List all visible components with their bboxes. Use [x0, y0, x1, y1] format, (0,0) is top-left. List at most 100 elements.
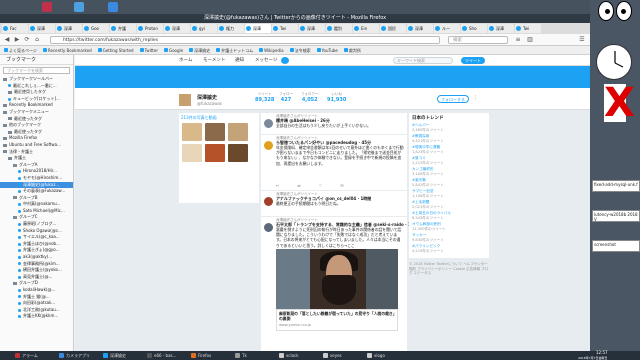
- tweet[interactable]: 深澤諭史さんがリツイート アナルファックチョコパイ @on_cs_del04 ·…: [261, 191, 407, 217]
- tab[interactable]: 権力: [218, 24, 244, 33]
- stat-tweets[interactable]: ツイート 89,328: [255, 92, 274, 103]
- tweet-avatar[interactable]: [264, 197, 273, 206]
- url-bar[interactable]: https://twitter.com/fukazawas/with_repli…: [50, 36, 440, 44]
- bookmark-folder[interactable]: 弁護士: [0, 155, 73, 162]
- stat-following[interactable]: フォロー 427: [279, 92, 293, 103]
- tab[interactable]: 深澤: [407, 24, 433, 33]
- taskbar-item[interactable]: xlogo: [366, 352, 385, 359]
- stat-followers[interactable]: フォロワー 4,052: [301, 92, 319, 103]
- bookmark-item[interactable]: Recently Bookmarked: [42, 47, 92, 53]
- taskbar-item[interactable]: xeyes: [322, 352, 342, 359]
- sidebar-toggle-icon[interactable]: ▥: [526, 36, 534, 44]
- reply-icon[interactable]: ↩: [276, 183, 279, 188]
- bookmark-entry[interactable]: Hirono2018/Hir...: [0, 168, 73, 175]
- nav-messages[interactable]: メッセージ: [255, 55, 277, 66]
- taskbar-item[interactable]: Firefox: [190, 352, 211, 359]
- files-icon[interactable]: [74, 2, 84, 12]
- tweet-button[interactable]: ツイート: [461, 57, 485, 64]
- bookmark-entry[interactable]: kodaliHawk(@...: [0, 287, 73, 294]
- photo-thumb[interactable]: [228, 144, 248, 162]
- bookmark-entry[interactable]: 中村真(@nakamu...: [0, 201, 73, 208]
- tab[interactable]: 深澤: [29, 24, 55, 33]
- tab[interactable]: 鑑別: [326, 24, 352, 33]
- tweet-photo[interactable]: [276, 249, 398, 309]
- bookmark-folder[interactable]: Recently Bookmarked: [0, 102, 73, 109]
- tab[interactable]: gyi: [191, 24, 217, 33]
- tab[interactable]: 深澤: [245, 24, 271, 33]
- bookmark-entry[interactable]: モヤモ(@Hiroshim...: [0, 175, 73, 182]
- photo-thumb[interactable]: [205, 144, 225, 162]
- bookmark-entry[interactable]: その裏表(@Fukazaw...: [0, 188, 73, 195]
- tab[interactable]: 深澤: [488, 24, 514, 33]
- follow-button[interactable]: フォローする: [437, 95, 469, 103]
- tab[interactable]: 深澤: [56, 24, 82, 33]
- stat-likes[interactable]: いいね 91,930: [327, 92, 346, 103]
- bookmark-folder[interactable]: Ubuntu and Free Softwa...: [0, 142, 73, 149]
- bookmark-folder[interactable]: ブックマークツールバー: [0, 76, 73, 83]
- tab[interactable]: Ein: [353, 24, 379, 33]
- bookmark-entry[interactable]: Shoko Ogawa(@c...: [0, 228, 73, 235]
- reload-button[interactable]: ⟳: [23, 36, 31, 44]
- taskbar-item[interactable]: カメラアプリ: [58, 352, 90, 359]
- bookmark-entry[interactable]: サイエル(@c_kaa...: [0, 234, 73, 241]
- like-icon[interactable]: ♡: [319, 183, 323, 188]
- sidebar-search-input[interactable]: ブックマークを検索: [3, 67, 70, 74]
- photo-thumb[interactable]: [228, 123, 248, 141]
- app-launcher-icon[interactable]: [42, 2, 52, 12]
- taskbar-item[interactable]: 深澤諭史: [102, 352, 126, 359]
- bookmark-item[interactable]: Twitter: [139, 47, 158, 53]
- bookmark-folder[interactable]: 法律・弁護士: [0, 149, 73, 156]
- bookmark-entry[interactable]: ak3(@aktky)...: [0, 254, 73, 261]
- tab[interactable]: Twi: [515, 24, 541, 33]
- bookmark-item[interactable]: 深澤諭史: [189, 47, 210, 53]
- taskbar-item[interactable]: Tk: [234, 352, 247, 359]
- nav-home[interactable]: ホーム: [179, 55, 192, 66]
- bookmark-item[interactable]: 裁判所: [343, 47, 361, 53]
- bookmark-folder[interactable]: 最近使用したタグ: [0, 89, 73, 96]
- terminal-note[interactable]: screenshot: [592, 240, 640, 252]
- bookmark-item[interactable]: Wikipedia: [259, 47, 284, 53]
- tab[interactable]: Proton: [137, 24, 163, 33]
- system-clock[interactable]: 12:57 2018年7月7日金曜日: [578, 350, 607, 360]
- browser-launcher-icon[interactable]: [108, 2, 118, 12]
- taskbar-item[interactable]: e66 - bas...: [146, 352, 176, 359]
- bookmark-item[interactable]: 法令検索: [289, 47, 311, 53]
- nav-moments[interactable]: モーメント: [203, 55, 225, 66]
- bookmark-entry[interactable]: 横田弁護士(@yoko...: [0, 267, 73, 274]
- search-bar[interactable]: 検索: [448, 36, 508, 44]
- tweet-avatar[interactable]: [264, 223, 273, 232]
- home-button[interactable]: ⌂: [33, 36, 41, 44]
- link-card[interactable]: 麻原彰晃の「落としたい教義が宿っていた」の見守り「人間の裁き」の裏側 www.y…: [276, 309, 398, 331]
- bookmark-entry[interactable]: 弁護士KK(@kkm...: [0, 313, 73, 320]
- photo-thumb[interactable]: [205, 123, 225, 141]
- menu-icon[interactable]: ☰: [578, 36, 586, 44]
- taskbar-item[interactable]: アラーム: [14, 352, 38, 359]
- bookmark-item[interactable]: YouTube: [316, 47, 338, 53]
- terminal-note[interactable]: lutency-w2018b 2018 V: [592, 210, 640, 222]
- tab[interactable]: 深澤: [164, 24, 190, 33]
- bookmark-folder[interactable]: 最近使ったタグ: [0, 129, 73, 136]
- retweet-icon[interactable]: ⇄: [297, 183, 300, 188]
- bookmark-folder[interactable]: 他のブックマーク: [0, 122, 73, 129]
- tab[interactable]: Goo: [83, 24, 109, 33]
- tab[interactable]: Fac: [2, 24, 28, 33]
- dm-icon[interactable]: ✉: [340, 183, 343, 188]
- tab[interactable]: 深澤: [299, 24, 325, 33]
- photo-thumb[interactable]: [182, 144, 202, 162]
- bookmark-entry[interactable]: 弁護士ぎょ(@gyo...: [0, 247, 73, 254]
- bookmark-folder[interactable]: グループA: [0, 162, 73, 169]
- taskbar-item[interactable]: xclock: [278, 352, 299, 359]
- bookmark-folder[interactable]: ブックマークメニュー: [0, 109, 73, 116]
- bookmark-item[interactable]: 弁護士ドットコム: [216, 47, 253, 53]
- back-button[interactable]: ◀: [3, 36, 11, 44]
- tweet[interactable]: 深澤諭史さんがリツイート 石平太郎「トランプを支持する、常識的な主義」信者 @s…: [261, 217, 415, 351]
- twitter-search-input[interactable]: キーワード検索: [393, 57, 453, 64]
- tab[interactable]: Twi: [272, 24, 298, 33]
- bookmark-entry[interactable]: キュービック[ロケット]...: [0, 96, 73, 103]
- tab[interactable]: 弁護: [110, 24, 136, 33]
- tweet-avatar[interactable]: [264, 119, 273, 128]
- photos-header[interactable]: 213件の写真と動画: [179, 113, 259, 123]
- bookmark-item[interactable]: よく見るページ: [4, 47, 37, 53]
- bookmark-folder[interactable]: グループD: [0, 280, 73, 287]
- library-icon[interactable]: ≡: [514, 36, 522, 44]
